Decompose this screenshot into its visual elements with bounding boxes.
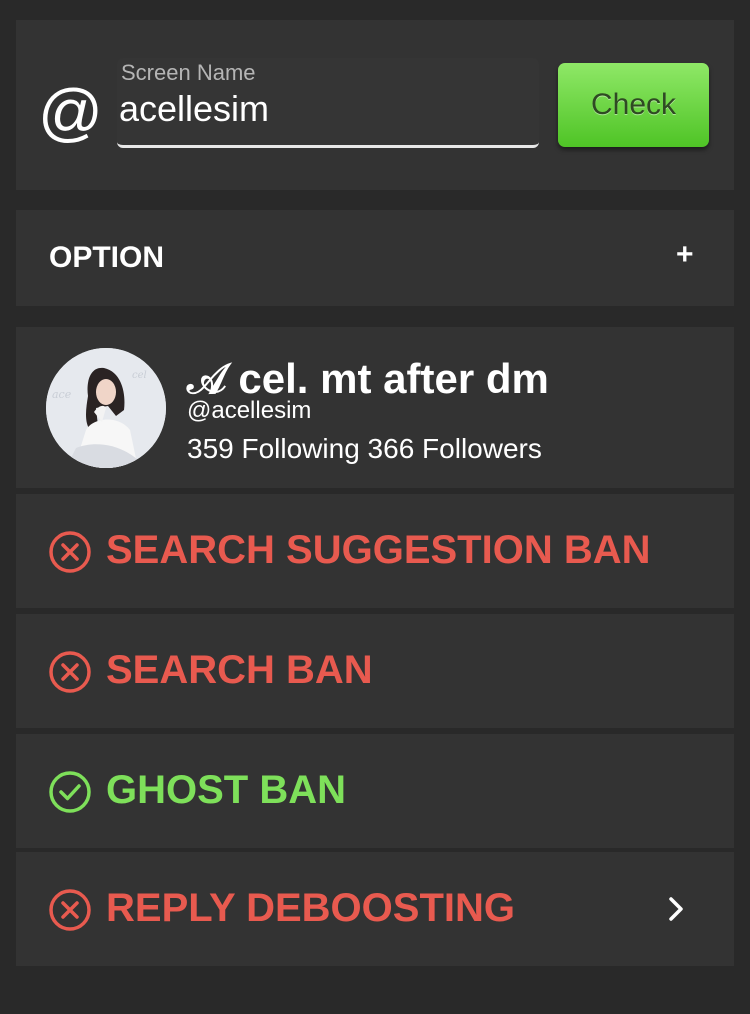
svg-text:ace: ace <box>52 388 72 401</box>
search-ban-label: SEARCH BAN <box>106 648 373 692</box>
avatar: ace cel <box>46 348 166 468</box>
shadowban-checker-page: @ Screen Name Check OPTION + ace cel 𝒜 c… <box>0 0 750 1014</box>
plus-icon[interactable]: + <box>676 238 694 272</box>
option-expander[interactable]: OPTION + <box>16 210 734 306</box>
x-circle-icon <box>49 889 91 931</box>
at-sign-icon: @ <box>38 76 103 148</box>
svg-text:cel: cel <box>132 370 147 381</box>
handle: @acellesim <box>187 397 312 424</box>
search-ban-row: SEARCH BAN <box>16 614 734 728</box>
reply-deboosting-row[interactable]: REPLY DEBOOSTING <box>16 852 734 966</box>
search-suggestion-ban-label: SEARCH SUGGESTION BAN <box>106 528 651 572</box>
x-circle-icon <box>49 531 91 573</box>
chevron-right-icon[interactable] <box>666 895 686 923</box>
screen-name-input[interactable] <box>119 88 519 130</box>
option-title: OPTION <box>49 241 165 274</box>
profile-card: ace cel 𝒜 cel. mt after dm @acellesim 35… <box>16 327 734 488</box>
ghost-ban-row: GHOST BAN <box>16 734 734 848</box>
screen-name-search-card: @ Screen Name Check <box>16 20 734 190</box>
avatar-photo: ace cel <box>46 348 166 468</box>
check-circle-icon <box>49 771 91 813</box>
search-suggestion-ban-row: SEARCH SUGGESTION BAN <box>16 494 734 608</box>
reply-deboosting-label: REPLY DEBOOSTING <box>106 886 515 930</box>
screen-name-field[interactable]: Screen Name <box>117 58 539 148</box>
follow-stats: 359 Following 366 Followers <box>187 433 542 464</box>
screen-name-label: Screen Name <box>121 60 256 85</box>
check-button[interactable]: Check <box>558 63 709 147</box>
x-circle-icon <box>49 651 91 693</box>
ghost-ban-label: GHOST BAN <box>106 768 346 812</box>
